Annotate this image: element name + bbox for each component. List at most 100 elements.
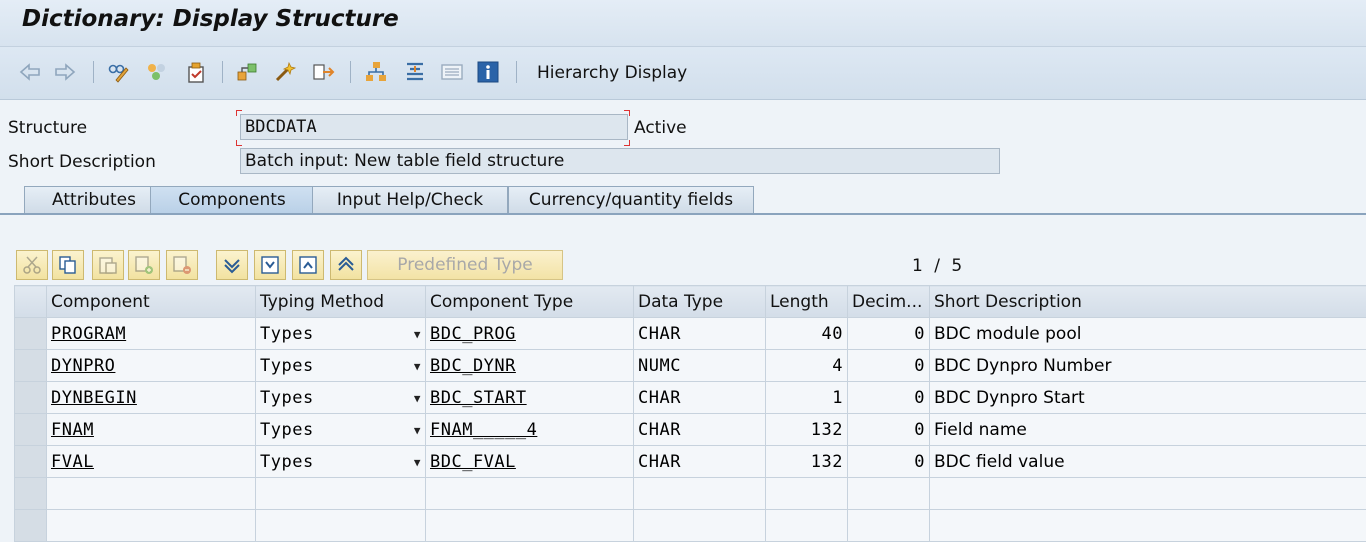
required-marker [624, 110, 630, 116]
empty-cell[interactable] [634, 510, 766, 542]
pager: 1 / 5 [912, 256, 962, 276]
short-description-cell: Field name [930, 414, 1366, 446]
predefined-type-button[interactable]: Predefined Type [367, 250, 563, 280]
scroll-first-button[interactable] [330, 250, 362, 280]
forward-icon[interactable] [53, 60, 77, 84]
column-header[interactable]: Component Type [426, 286, 634, 318]
component-name[interactable]: FVAL [51, 452, 94, 472]
empty-cell[interactable] [256, 478, 426, 510]
component-type-value[interactable]: BDC_DYNR [430, 356, 516, 376]
delete-row-button[interactable] [166, 250, 198, 280]
tab-currency-quantity-fields[interactable]: Currency/quantity fields [508, 186, 754, 214]
navigation-window-icon[interactable] [440, 60, 464, 84]
row-selector[interactable] [15, 510, 47, 542]
dropdown-arrow-icon[interactable]: ▼ [414, 456, 421, 469]
row-selector[interactable] [15, 414, 47, 446]
empty-cell[interactable] [426, 510, 634, 542]
structure-name-field[interactable]: BDCDATA [240, 114, 628, 140]
row-selector[interactable] [15, 382, 47, 414]
component-type-cell[interactable]: BDC_START [426, 382, 634, 414]
empty-cell[interactable] [426, 478, 634, 510]
table-row: FVAL Types▼ BDC_FVAL CHAR 132 0 BDC fiel… [15, 446, 1366, 478]
component-type-value[interactable]: BDC_PROG [430, 324, 516, 344]
row-selector[interactable] [15, 478, 47, 510]
typing-method-cell[interactable]: Types▼ [256, 382, 426, 414]
empty-cell[interactable] [47, 478, 256, 510]
pager-current: 1 [912, 256, 923, 276]
column-header[interactable]: Short Description [930, 286, 1366, 318]
typing-method-cell[interactable]: Types▼ [256, 318, 426, 350]
back-icon[interactable] [18, 60, 42, 84]
row-selector[interactable] [15, 350, 47, 382]
component-cell[interactable]: DYNBEGIN [47, 382, 256, 414]
hierarchy-icon[interactable] [364, 60, 388, 84]
paste-button[interactable] [92, 250, 124, 280]
cut-button[interactable] [16, 250, 48, 280]
component-type-value[interactable]: BDC_FVAL [430, 452, 516, 472]
column-header[interactable]: Data Type [634, 286, 766, 318]
typing-method-value: Types [260, 452, 314, 472]
delete-row-icon [172, 255, 192, 275]
short-description-field[interactable]: Batch input: New table field structure [240, 148, 1000, 174]
activate-icon[interactable] [235, 60, 259, 84]
insert-row-button[interactable] [128, 250, 160, 280]
component-type-cell[interactable]: BDC_DYNR [426, 350, 634, 382]
row-selector[interactable] [15, 318, 47, 350]
check-icon[interactable] [184, 60, 208, 84]
empty-cell[interactable] [848, 478, 930, 510]
empty-cell[interactable] [47, 510, 256, 542]
dropdown-arrow-icon[interactable]: ▼ [414, 392, 421, 405]
empty-cell[interactable] [848, 510, 930, 542]
component-cell[interactable]: PROGRAM [47, 318, 256, 350]
copy-button[interactable] [52, 250, 84, 280]
empty-cell[interactable] [930, 478, 1366, 510]
row-selector[interactable] [15, 446, 47, 478]
other-object-icon[interactable] [145, 60, 169, 84]
column-header[interactable]: Length [766, 286, 848, 318]
empty-cell[interactable] [766, 478, 848, 510]
scroll-next-button[interactable] [254, 250, 286, 280]
typing-method-cell[interactable]: Types▼ [256, 350, 426, 382]
length-cell: 1 [766, 382, 848, 414]
component-type-value[interactable]: FNAM_____4 [430, 420, 537, 440]
component-cell[interactable]: FNAM [47, 414, 256, 446]
empty-cell[interactable] [766, 510, 848, 542]
dropdown-arrow-icon[interactable]: ▼ [414, 360, 421, 373]
required-marker [624, 140, 630, 146]
hierarchy-display-button[interactable]: Hierarchy Display [537, 63, 687, 83]
component-cell[interactable]: FVAL [47, 446, 256, 478]
typing-method-cell[interactable]: Types ▼ [256, 446, 426, 478]
scroll-last-button[interactable] [216, 250, 248, 280]
tab-components[interactable]: Components [150, 186, 314, 214]
column-header[interactable]: Component [47, 286, 256, 318]
typing-method-value: Types [260, 420, 314, 440]
scroll-previous-button[interactable] [292, 250, 324, 280]
object-list-icon[interactable] [311, 60, 335, 84]
info-icon[interactable] [476, 60, 500, 84]
dropdown-arrow-icon[interactable]: ▼ [414, 328, 421, 341]
where-used-icon[interactable] [273, 60, 297, 84]
component-name[interactable]: PROGRAM [51, 324, 126, 344]
component-type-cell[interactable]: BDC_FVAL [426, 446, 634, 478]
empty-cell[interactable] [634, 478, 766, 510]
component-type-value[interactable]: BDC_START [430, 388, 527, 408]
component-name[interactable]: DYNBEGIN [51, 388, 137, 408]
tab-attributes[interactable]: Attributes [24, 186, 164, 214]
component-type-cell[interactable]: BDC_PROG [426, 318, 634, 350]
component-name[interactable]: DYNPRO [51, 356, 115, 376]
column-header-selector[interactable] [15, 286, 47, 318]
component-type-cell[interactable]: FNAM_____4 [426, 414, 634, 446]
empty-cell[interactable] [256, 510, 426, 542]
component-name[interactable]: FNAM [51, 420, 94, 440]
column-header[interactable]: Typing Method [256, 286, 426, 318]
empty-cell[interactable] [930, 510, 1366, 542]
display-change-icon[interactable] [106, 60, 130, 84]
component-cell[interactable]: DYNPRO [47, 350, 256, 382]
tab-input-help-check[interactable]: Input Help/Check [312, 186, 508, 214]
column-header[interactable]: Decim... [848, 286, 930, 318]
dropdown-arrow-icon[interactable]: ▼ [414, 424, 421, 437]
page-up-icon [298, 255, 318, 275]
short-description-cell: BDC module pool [930, 318, 1366, 350]
append-structure-icon[interactable] [403, 60, 427, 84]
typing-method-cell[interactable]: Types ▼ [256, 414, 426, 446]
